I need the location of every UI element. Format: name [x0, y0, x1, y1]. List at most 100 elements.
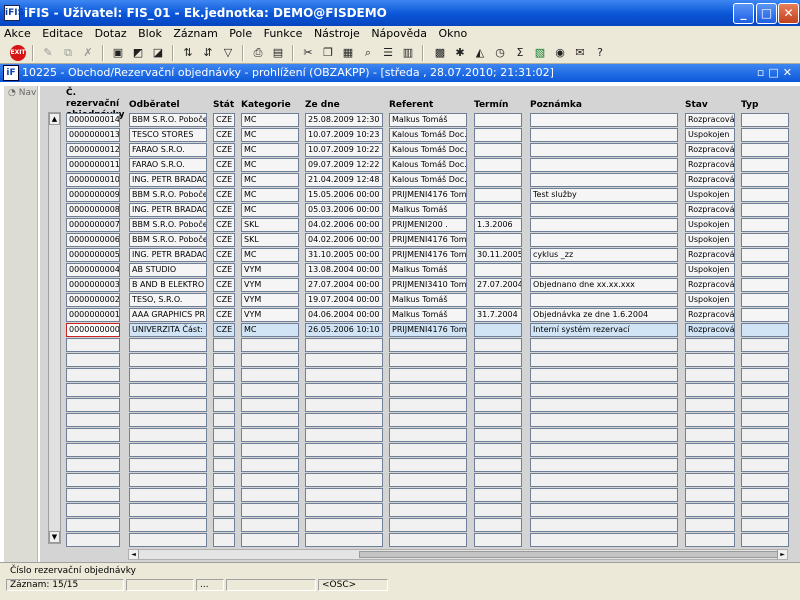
- menu-nastroje[interactable]: Nástroje: [314, 26, 360, 42]
- cell-referent[interactable]: Kalous Tomáš Doc.: [389, 158, 467, 172]
- cell-date[interactable]: [305, 443, 383, 457]
- menu-zaznam[interactable]: Záznam: [173, 26, 217, 42]
- maximize-button[interactable]: □: [756, 3, 777, 24]
- minimize-button[interactable]: _: [733, 3, 754, 24]
- cell-date[interactable]: [305, 338, 383, 352]
- cell-order-number[interactable]: 0000000006: [66, 233, 120, 247]
- cell-referent[interactable]: Malkus Tomáš: [389, 263, 467, 277]
- cell-customer[interactable]: [129, 443, 207, 457]
- cell-status[interactable]: [685, 338, 735, 352]
- cell-state[interactable]: [213, 458, 235, 472]
- cell-state[interactable]: CZE: [213, 278, 235, 292]
- cell-category[interactable]: VYM: [241, 263, 299, 277]
- cell-status[interactable]: [685, 353, 735, 367]
- cell-order-number[interactable]: [66, 473, 120, 487]
- row-marker[interactable]: [51, 293, 59, 307]
- row-marker[interactable]: [51, 458, 59, 472]
- cell-status[interactable]: Rozpracová: [685, 278, 735, 292]
- cell-category[interactable]: [241, 398, 299, 412]
- cell-date[interactable]: [305, 368, 383, 382]
- cell-customer[interactable]: [129, 428, 207, 442]
- cell-date[interactable]: 21.04.2009 12:48: [305, 173, 383, 187]
- cell-term[interactable]: [474, 188, 522, 202]
- cell-type[interactable]: [741, 293, 789, 307]
- cell-referent[interactable]: Kalous Tomáš Doc.: [389, 143, 467, 157]
- cell-customer[interactable]: ING. PETR BRADAC: [129, 173, 207, 187]
- cell-term[interactable]: [474, 458, 522, 472]
- cell-term[interactable]: 31.7.2004: [474, 308, 522, 322]
- cell-note[interactable]: [530, 488, 678, 502]
- cell-referent[interactable]: [389, 338, 467, 352]
- excel-icon[interactable]: ▧: [532, 45, 548, 61]
- cell-type[interactable]: [741, 518, 789, 532]
- row-marker[interactable]: [51, 383, 59, 397]
- cell-term[interactable]: [474, 443, 522, 457]
- cell-type[interactable]: [741, 113, 789, 127]
- menu-blok[interactable]: Blok: [138, 26, 162, 42]
- cell-referent[interactable]: PRIJMENI4176 Tomá: [389, 233, 467, 247]
- row-marker[interactable]: [51, 353, 59, 367]
- cell-referent[interactable]: [389, 458, 467, 472]
- cell-state[interactable]: [213, 338, 235, 352]
- paste-icon[interactable]: ▦: [340, 45, 356, 61]
- print-icon[interactable]: ⎙: [250, 45, 266, 61]
- cell-type[interactable]: [741, 473, 789, 487]
- row-marker[interactable]: [51, 368, 59, 382]
- cell-status[interactable]: Rozpracová: [685, 203, 735, 217]
- cell-note[interactable]: Interní systém rezervací: [530, 323, 678, 337]
- cell-type[interactable]: [741, 158, 789, 172]
- cell-note[interactable]: [530, 143, 678, 157]
- row-marker[interactable]: [51, 158, 59, 172]
- cell-type[interactable]: [741, 278, 789, 292]
- cell-referent[interactable]: [389, 353, 467, 367]
- cell-order-number[interactable]: [66, 398, 120, 412]
- row-marker[interactable]: [51, 203, 59, 217]
- row-marker[interactable]: [51, 533, 59, 547]
- cell-type[interactable]: [741, 488, 789, 502]
- cell-category[interactable]: MC: [241, 188, 299, 202]
- cell-customer[interactable]: [129, 368, 207, 382]
- cell-state[interactable]: CZE: [213, 158, 235, 172]
- cell-category[interactable]: MC: [241, 323, 299, 337]
- cell-referent[interactable]: [389, 398, 467, 412]
- cell-category[interactable]: [241, 518, 299, 532]
- cell-state[interactable]: [213, 443, 235, 457]
- cell-status[interactable]: Rozpracová: [685, 143, 735, 157]
- cell-note[interactable]: [530, 263, 678, 277]
- cell-date[interactable]: [305, 398, 383, 412]
- list-icon[interactable]: ☰: [380, 45, 396, 61]
- cell-date[interactable]: 25.08.2009 12:30: [305, 113, 383, 127]
- cell-term[interactable]: [474, 353, 522, 367]
- menu-dotaz[interactable]: Dotaz: [95, 26, 127, 42]
- cell-state[interactable]: CZE: [213, 233, 235, 247]
- row-marker[interactable]: [51, 488, 59, 502]
- cell-customer[interactable]: [129, 383, 207, 397]
- copy-icon[interactable]: ❐: [320, 45, 336, 61]
- cell-date[interactable]: [305, 383, 383, 397]
- close-button[interactable]: ✕: [778, 3, 799, 24]
- execute-query-icon[interactable]: ◩: [130, 45, 146, 61]
- cell-referent[interactable]: [389, 368, 467, 382]
- cell-customer[interactable]: BBM S.R.O. Poboček: [129, 233, 207, 247]
- cell-note[interactable]: [530, 128, 678, 142]
- cell-status[interactable]: [685, 533, 735, 547]
- cell-customer[interactable]: B AND B ELEKTRO: [129, 278, 207, 292]
- cell-date[interactable]: [305, 413, 383, 427]
- cell-type[interactable]: [741, 383, 789, 397]
- cell-status[interactable]: Uspokojen: [685, 128, 735, 142]
- row-marker[interactable]: [51, 233, 59, 247]
- cell-order-number[interactable]: [66, 383, 120, 397]
- cell-type[interactable]: [741, 413, 789, 427]
- cell-term[interactable]: [474, 263, 522, 277]
- cell-term[interactable]: [474, 173, 522, 187]
- cell-type[interactable]: [741, 503, 789, 517]
- cell-note[interactable]: [530, 383, 678, 397]
- menu-funkce[interactable]: Funkce: [264, 26, 303, 42]
- cell-category[interactable]: [241, 533, 299, 547]
- cell-term[interactable]: [474, 398, 522, 412]
- cell-date[interactable]: [305, 488, 383, 502]
- cell-state[interactable]: CZE: [213, 113, 235, 127]
- cell-note[interactable]: [530, 398, 678, 412]
- cell-type[interactable]: [741, 218, 789, 232]
- cell-state[interactable]: CZE: [213, 143, 235, 157]
